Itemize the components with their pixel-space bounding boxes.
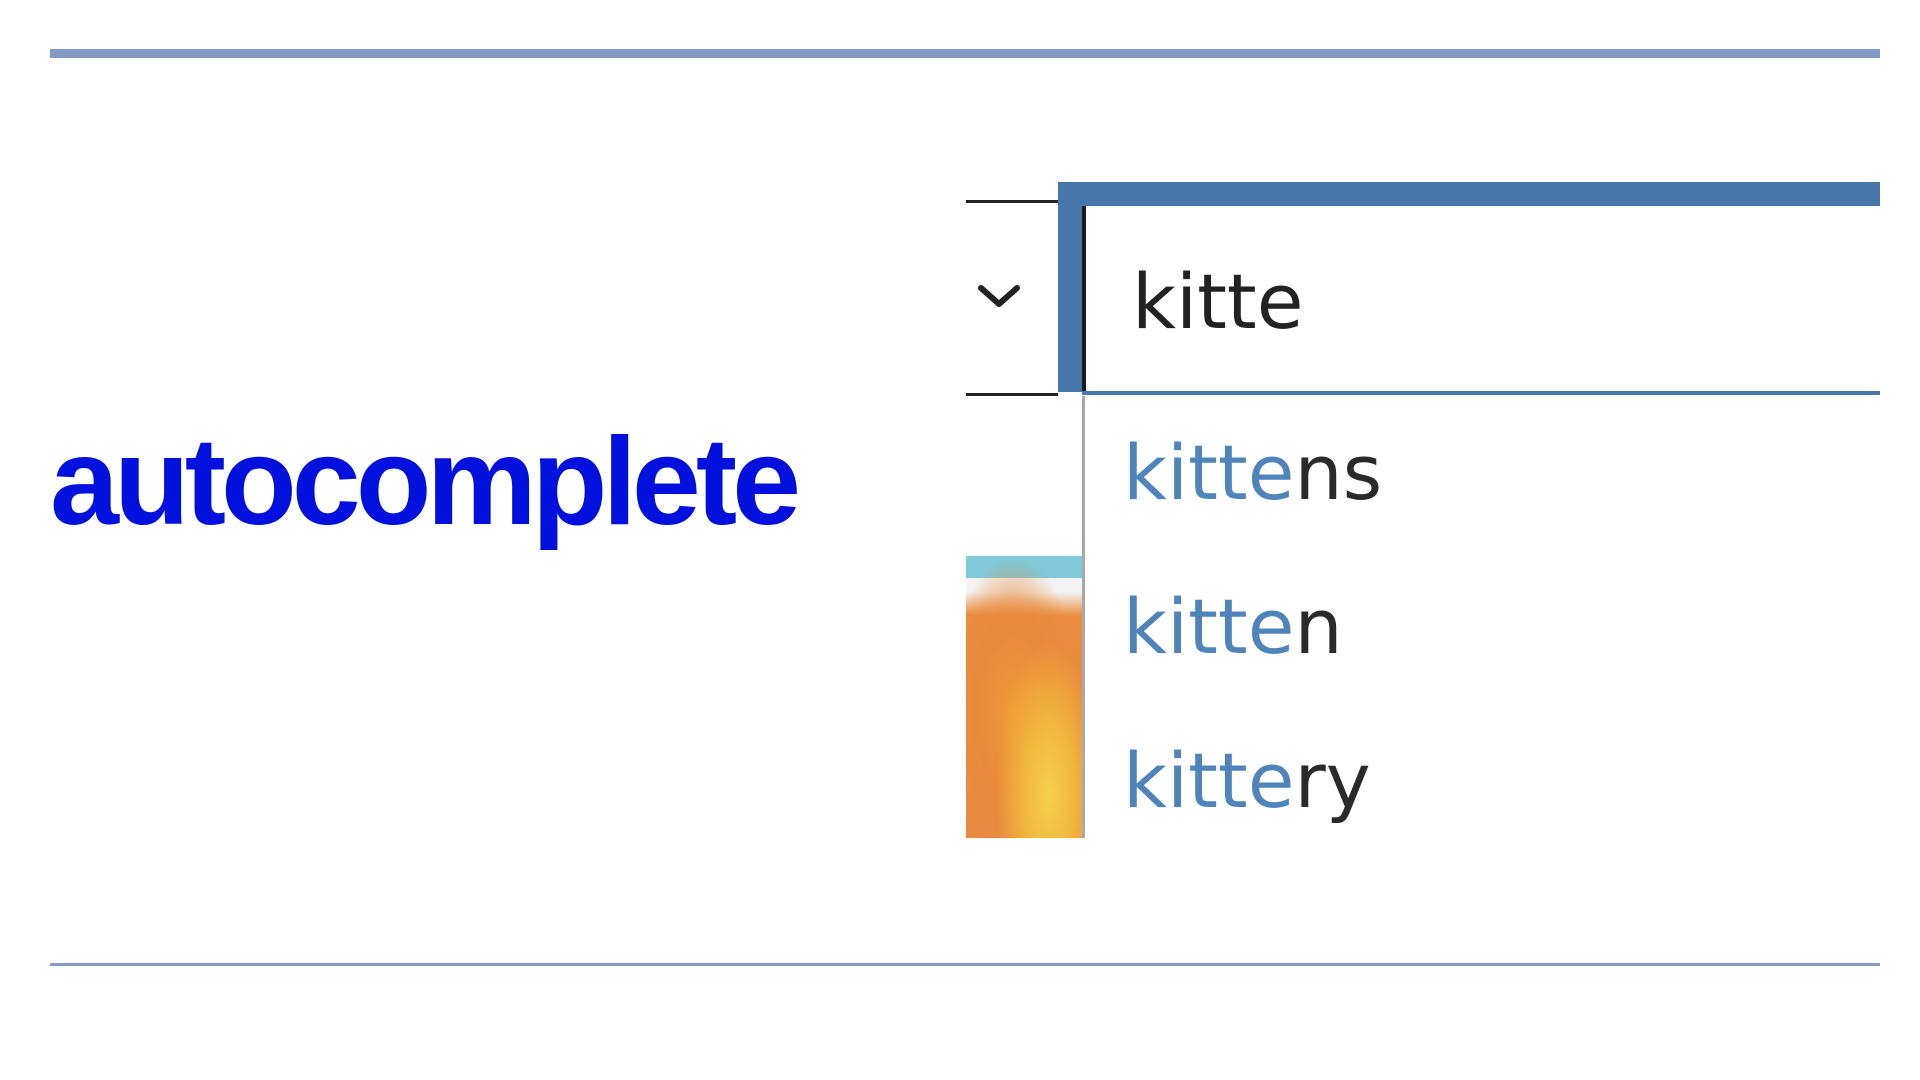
- suggestion-item[interactable]: kittens: [1123, 418, 1823, 528]
- search-scope-dropdown[interactable]: [966, 200, 1058, 576]
- suggestion-item[interactable]: kitten: [1123, 572, 1823, 682]
- autocomplete-screenshot: kittens kitten kittery: [966, 178, 1880, 838]
- suggestion-match-text: kitte: [1123, 736, 1295, 825]
- top-divider: [50, 49, 1880, 58]
- text-caret: [1082, 206, 1086, 392]
- search-field-underline: [1082, 391, 1880, 395]
- search-field[interactable]: [1058, 182, 1880, 395]
- suggestion-completion-text: n: [1294, 582, 1343, 671]
- autocomplete-suggestions: kittens kitten kittery: [1082, 396, 1880, 838]
- slide: autocomplete kittens kitten kittery: [0, 0, 1920, 1080]
- bottom-divider: [50, 963, 1880, 966]
- suggestion-completion-text: ns: [1294, 428, 1383, 517]
- suggestion-completion-text: ry: [1294, 736, 1371, 825]
- chevron-down-icon[interactable]: [974, 272, 1024, 322]
- thumbnail-image: [966, 556, 1084, 838]
- slide-title: autocomplete: [50, 413, 801, 551]
- search-input[interactable]: [1132, 256, 1832, 346]
- dropdown-border-top: [966, 200, 1058, 203]
- suggestion-match-text: kitte: [1123, 428, 1295, 517]
- suggestion-match-text: kitte: [1123, 582, 1295, 671]
- dropdown-border-bottom: [966, 393, 1058, 396]
- suggestion-item[interactable]: kittery: [1123, 726, 1823, 836]
